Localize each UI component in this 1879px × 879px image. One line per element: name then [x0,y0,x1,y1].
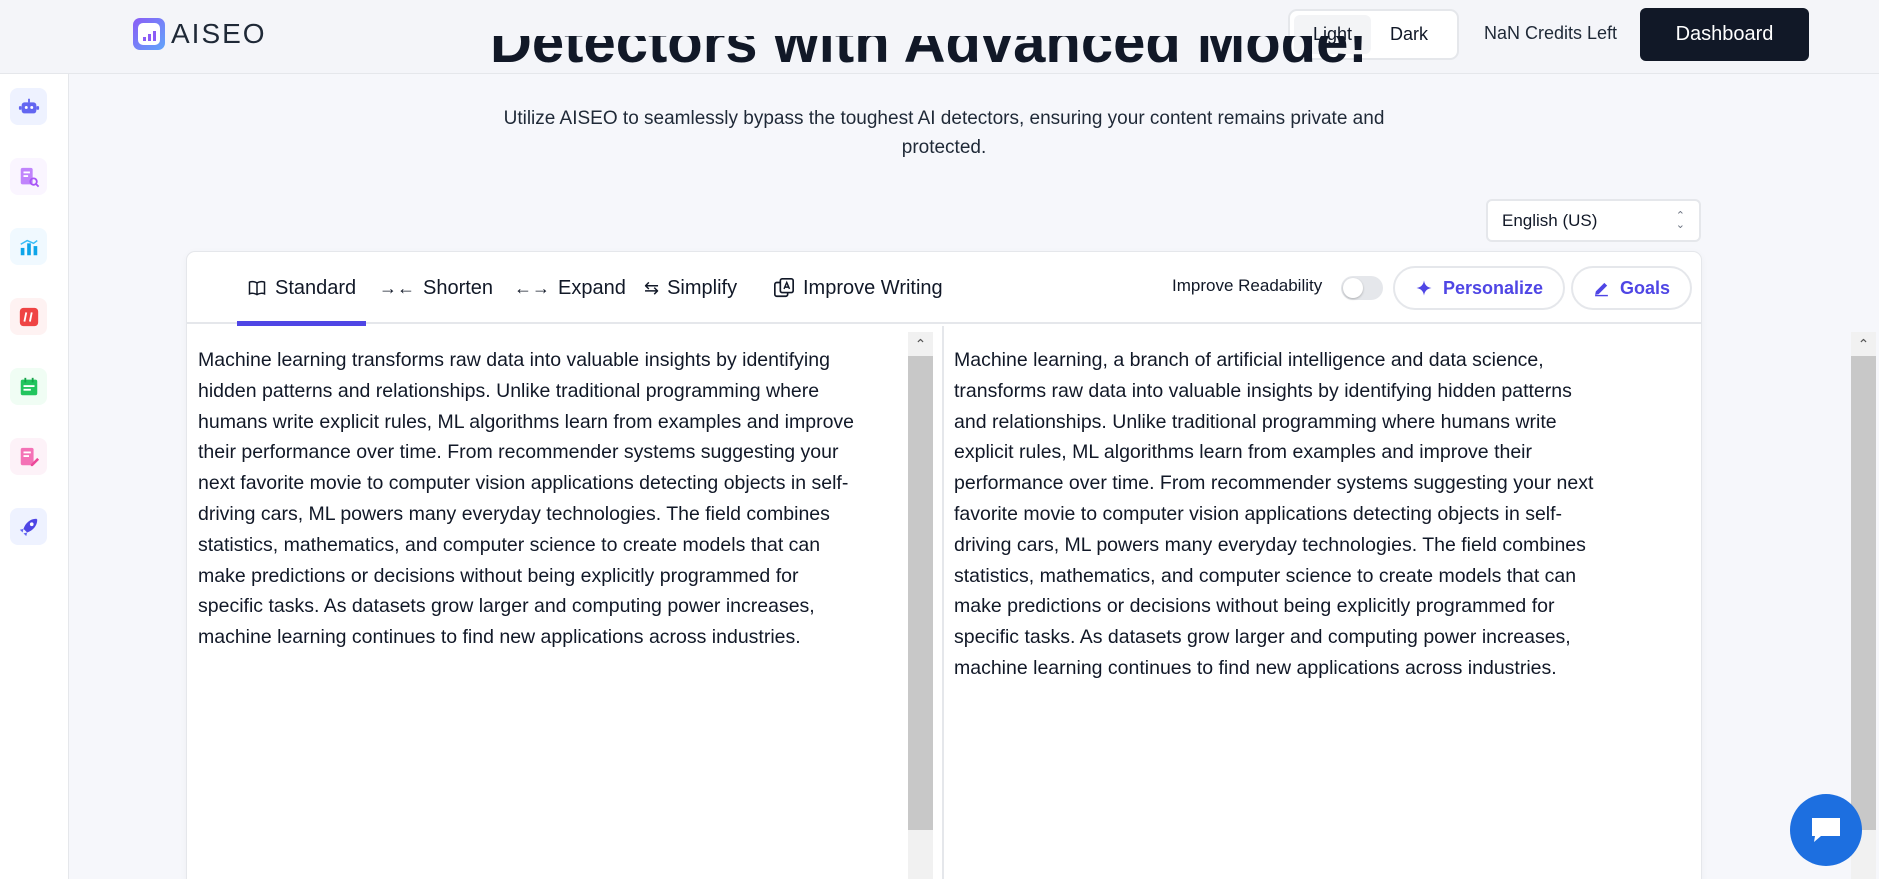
sidebar-item-calendar[interactable] [10,368,47,405]
book-icon [248,280,266,296]
sparkle-icon [1416,280,1432,296]
tab-standard[interactable]: Standard [236,252,367,326]
sidebar-item-rocket[interactable] [10,508,47,545]
improve-readability-toggle[interactable] [1341,276,1383,300]
theme-dark-button[interactable]: Dark [1371,15,1447,54]
output-scrollbar[interactable]: ⌃ [1851,332,1876,879]
paraphrase-editor: Standard →← Shorten ←→ Expand ⇆ Simplify… [186,251,1876,879]
scroll-up-icon[interactable]: ⌃ [908,332,933,356]
chat-bubble-icon [1812,818,1840,842]
input-pane[interactable]: Machine learning transforms raw data int… [187,326,944,879]
scroll-thumb[interactable] [1851,356,1876,830]
tab-standard-label: Standard [275,276,357,299]
document-edit-icon [20,447,39,466]
page-title: Detectors with Advanced Mode! [490,36,1368,74]
swap-arrows-icon: ⇆ [644,277,660,298]
language-selected-value: English (US) [1502,210,1598,230]
input-text[interactable]: Machine learning transforms raw data int… [198,345,858,653]
personalize-button[interactable]: Personalize [1393,266,1566,310]
chat-button[interactable] [1790,794,1862,866]
tab-improve-writing-label: Improve Writing [803,276,943,299]
improve-readability-label: Improve Readability [1172,276,1323,295]
document-search-icon [20,167,39,187]
improve-writing-icon [774,278,794,298]
sidebar-item-doc-edit[interactable] [10,438,47,475]
page-subtitle: Utilize AISEO to seamlessly bypass the t… [503,108,1385,158]
scroll-up-icon[interactable]: ⌃ [1851,332,1876,356]
goals-label: Goals [1620,277,1671,298]
output-text[interactable]: Machine learning, a branch of artificial… [954,345,1604,684]
mode-tabbar: Standard →← Shorten ←→ Expand ⇆ Simplify… [187,252,1701,326]
scroll-thumb[interactable] [908,356,933,830]
hashtag-icon [19,307,38,326]
chevron-updown-icon: ⌃ ⌄ [1675,210,1685,231]
expand-arrows-icon: ←→ [514,277,550,298]
calendar-icon [20,377,37,395]
tab-improve-writing[interactable]: Improve Writing [773,252,943,324]
input-scrollbar[interactable]: ⌃ [908,332,933,879]
dashboard-button[interactable]: Dashboard [1640,8,1809,61]
sidebar-item-analytics[interactable] [10,228,47,265]
pencil-icon [1595,282,1608,296]
tab-simplify-label: Simplify [667,276,738,299]
tab-expand-label: Expand [558,276,626,299]
robot-icon [18,98,39,113]
rocket-icon [19,518,37,536]
tab-shorten-label: Shorten [423,276,494,299]
logo-text: AISEO [171,18,267,49]
output-pane[interactable]: Machine learning, a branch of artificial… [944,326,1876,879]
sidebar-item-hashtag[interactable] [10,298,47,335]
personalize-label: Personalize [1443,277,1544,298]
tab-shorten[interactable]: →← Shorten [379,252,493,324]
sidebar [0,74,69,879]
tab-simplify[interactable]: ⇆ Simplify [644,252,737,324]
logo-icon [133,18,165,50]
aiseo-logo[interactable]: AISEO [133,18,267,50]
bar-chart-icon [19,239,38,255]
tab-expand[interactable]: ←→ Expand [514,252,626,324]
credits-left: NaN Credits Left [1484,23,1618,43]
shorten-arrows-icon: →← [379,277,415,298]
language-select[interactable]: English (US) ⌃ ⌄ [1486,199,1701,242]
goals-button[interactable]: Goals [1571,266,1693,310]
sidebar-item-doc-search[interactable] [10,158,47,195]
sidebar-item-robot[interactable] [10,88,47,125]
